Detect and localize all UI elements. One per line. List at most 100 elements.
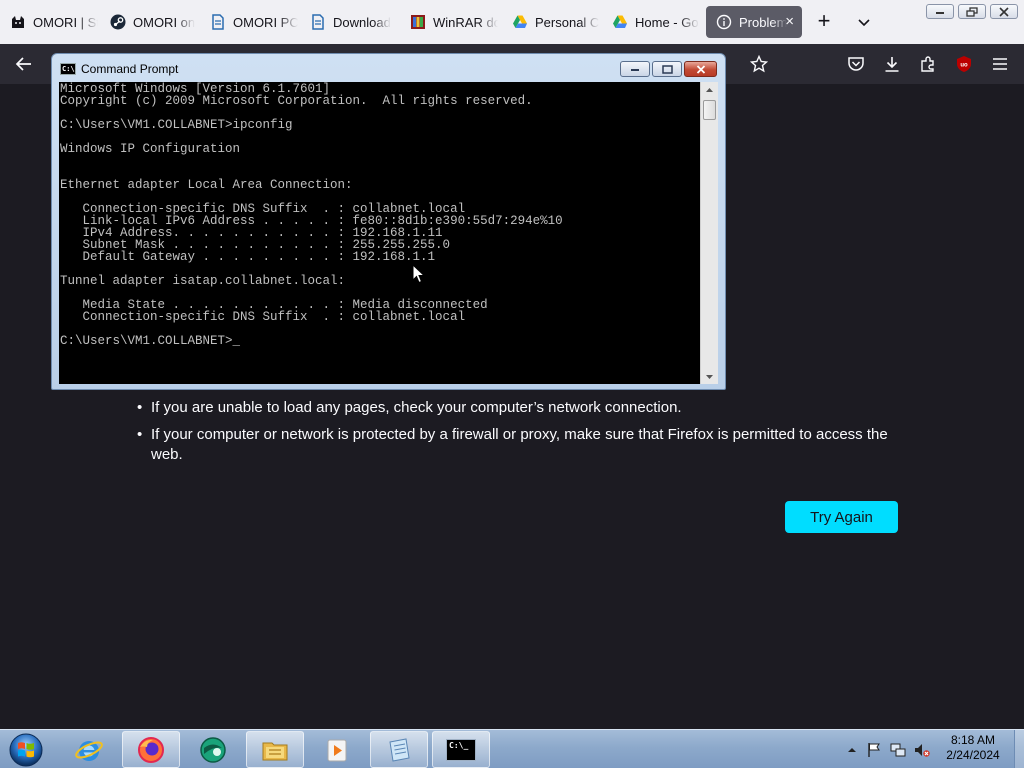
cat-icon bbox=[10, 14, 26, 30]
suggestion-text: If you are unable to load any pages, che… bbox=[151, 399, 682, 416]
command-prompt-icon: C:\_ bbox=[446, 738, 476, 761]
maximize-button[interactable] bbox=[652, 61, 682, 77]
tab-personal[interactable]: Personal C bbox=[502, 6, 600, 38]
taskbar-file-explorer[interactable] bbox=[246, 731, 304, 768]
vm-close-button[interactable] bbox=[990, 4, 1018, 19]
list-all-tabs-button[interactable] bbox=[852, 10, 876, 34]
document-icon bbox=[210, 14, 226, 30]
windows-start-orb-icon bbox=[9, 733, 43, 767]
file-explorer-icon bbox=[262, 742, 288, 760]
bookmark-star-button[interactable] bbox=[747, 52, 771, 76]
close-tab-icon[interactable]: × bbox=[785, 14, 794, 30]
tab-omori-pc[interactable]: OMORI PC bbox=[200, 6, 298, 38]
app-menu-button[interactable] bbox=[988, 52, 1012, 76]
ublock-origin-button[interactable]: uo bbox=[952, 52, 976, 76]
star-icon bbox=[750, 55, 768, 73]
google-drive-icon bbox=[512, 14, 528, 30]
close-button[interactable] bbox=[684, 61, 717, 77]
new-tab-button[interactable]: + bbox=[812, 10, 836, 34]
tab-omori-on[interactable]: OMORI on bbox=[100, 6, 198, 38]
volume-button[interactable] bbox=[914, 742, 930, 758]
try-again-button[interactable]: Try Again bbox=[785, 501, 898, 533]
winrar-icon bbox=[410, 14, 426, 30]
tab-problem-active[interactable]: Problem × bbox=[706, 6, 802, 38]
tab-winrar[interactable]: WinRAR do bbox=[400, 6, 498, 38]
restore-icon bbox=[966, 6, 978, 17]
mouse-cursor-icon bbox=[412, 264, 426, 284]
vertical-scrollbar[interactable] bbox=[700, 82, 718, 384]
scrollbar-thumb[interactable] bbox=[703, 100, 716, 120]
downloads-button[interactable] bbox=[880, 52, 904, 76]
taskbar-app-globe[interactable] bbox=[184, 731, 242, 768]
show-desktop-button[interactable] bbox=[1014, 730, 1024, 768]
hamburger-menu-icon bbox=[993, 58, 1007, 70]
console-output-text: Microsoft Windows [Version 6.1.7601] Cop… bbox=[60, 82, 563, 348]
tab-label: Problem bbox=[739, 14, 788, 30]
minimize-icon bbox=[631, 69, 639, 71]
command-prompt-window[interactable]: C:\ Command Prompt Microsoft Windows [Ve… bbox=[51, 53, 726, 390]
extensions-button[interactable] bbox=[916, 52, 940, 76]
show-hidden-icons-button[interactable] bbox=[844, 742, 860, 758]
arrow-down-icon bbox=[706, 374, 713, 379]
console-output-area[interactable]: Microsoft Windows [Version 6.1.7601] Cop… bbox=[59, 82, 700, 384]
bullet: • bbox=[137, 399, 143, 416]
suggestion-text: If your computer or network is protected… bbox=[151, 426, 888, 463]
internet-explorer-icon bbox=[75, 740, 103, 761]
pocket-icon bbox=[848, 57, 864, 71]
taskbar-notepad[interactable] bbox=[370, 731, 428, 768]
tab-label: OMORI PC bbox=[233, 14, 298, 30]
arrow-up-icon bbox=[706, 87, 713, 92]
volume-muted-icon bbox=[915, 744, 930, 757]
download-icon bbox=[885, 57, 899, 72]
tab-label: Download bbox=[333, 14, 391, 30]
action-center-button[interactable] bbox=[866, 742, 882, 758]
svg-text:uo: uo bbox=[960, 63, 968, 69]
back-button[interactable] bbox=[12, 52, 36, 76]
list-item: • If your computer or network is protecte… bbox=[132, 425, 892, 465]
arrow-left-icon bbox=[15, 57, 31, 71]
taskbar-media-player[interactable] bbox=[308, 731, 366, 768]
tab-label: OMORI | St bbox=[33, 14, 98, 30]
chevron-down-icon bbox=[858, 19, 870, 27]
google-drive-icon bbox=[612, 14, 628, 30]
window-title: Command Prompt bbox=[81, 62, 179, 76]
puzzle-piece-icon bbox=[921, 56, 934, 72]
notepad-icon bbox=[389, 737, 410, 762]
tab-label: Personal C bbox=[535, 14, 600, 30]
network-icon bbox=[890, 743, 906, 757]
error-suggestions-list: • If you are unable to load any pages, ch… bbox=[132, 398, 892, 472]
tab-omori-st[interactable]: OMORI | St bbox=[0, 6, 98, 38]
tab-label: Home - Go bbox=[635, 14, 699, 30]
taskbar-command-prompt[interactable]: C:\_ bbox=[432, 731, 490, 768]
window-title-bar[interactable]: C:\ Command Prompt bbox=[52, 54, 725, 82]
start-button[interactable] bbox=[6, 731, 46, 768]
tab-download[interactable]: Download bbox=[300, 6, 398, 38]
document-icon bbox=[310, 14, 326, 30]
minimize-icon bbox=[936, 11, 944, 14]
taskbar-firefox[interactable] bbox=[122, 731, 180, 768]
command-prompt-icon: C:\ bbox=[60, 63, 76, 75]
browser-tab-strip: OMORI | St OMORI on OMORI PC Download Wi… bbox=[0, 0, 1024, 44]
clock-time: 8:18 AM bbox=[950, 733, 996, 747]
chevron-up-icon bbox=[848, 748, 856, 752]
close-icon bbox=[696, 64, 705, 74]
flag-icon bbox=[868, 743, 880, 757]
ublock-origin-icon: uo bbox=[957, 56, 971, 72]
minimize-button[interactable] bbox=[620, 61, 650, 77]
vm-minimize-button[interactable] bbox=[926, 4, 954, 19]
pocket-button[interactable] bbox=[844, 52, 868, 76]
steam-icon bbox=[110, 14, 126, 30]
close-icon bbox=[999, 6, 1009, 17]
tab-label: WinRAR do bbox=[433, 14, 498, 30]
vm-restore-button[interactable] bbox=[958, 4, 986, 19]
tab-label: OMORI on bbox=[133, 14, 196, 30]
app-globe-icon bbox=[200, 736, 226, 763]
taskbar-clock[interactable]: 8:18 AM 2/24/2024 bbox=[930, 733, 1016, 763]
network-status-button[interactable] bbox=[890, 742, 906, 758]
scroll-up-button[interactable] bbox=[701, 82, 718, 97]
scroll-down-button[interactable] bbox=[701, 369, 718, 384]
media-player-icon bbox=[327, 739, 347, 761]
taskbar-internet-explorer[interactable] bbox=[60, 731, 118, 768]
tab-home[interactable]: Home - Go bbox=[602, 6, 700, 38]
bullet: • bbox=[137, 426, 143, 443]
